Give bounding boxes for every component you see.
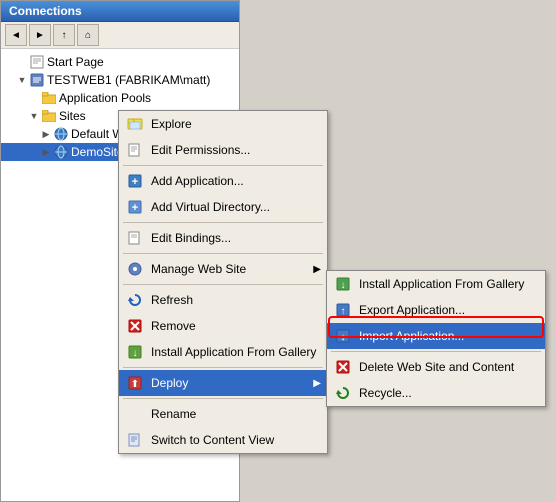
- submenu-item-import[interactable]: ↓ Import Application...: [327, 323, 545, 349]
- rename-icon: [125, 404, 145, 424]
- sub-recycle-icon: [333, 383, 353, 403]
- deploy-label: Deploy: [151, 376, 313, 390]
- menu-item-deploy[interactable]: ⬆ Deploy ▶: [119, 370, 327, 396]
- deploy-icon: ⬆: [125, 373, 145, 393]
- deploy-arrow: ▶: [313, 378, 321, 389]
- remove-icon: [125, 316, 145, 336]
- back-button[interactable]: ◄: [5, 24, 27, 46]
- sites-label: Sites: [59, 109, 86, 123]
- menu-item-rename[interactable]: Rename: [119, 401, 327, 427]
- demosite-label: DemoSite: [71, 145, 124, 159]
- edit-permissions-icon: [125, 140, 145, 160]
- sub-install-gallery-label: Install Application From Gallery: [359, 277, 539, 291]
- submenu-item-export[interactable]: ↑ Export Application...: [327, 297, 545, 323]
- defaultsite-expand-icon: ▶: [41, 129, 51, 140]
- startpage-icon: [29, 54, 45, 70]
- edit-permissions-label: Edit Permissions...: [151, 143, 321, 157]
- separator-5: [123, 367, 323, 368]
- server-label: TESTWEB1 (FABRIKAM\matt): [47, 73, 210, 87]
- add-application-label: Add Application...: [151, 174, 321, 188]
- refresh-icon: [125, 290, 145, 310]
- menu-item-explore[interactable]: Explore: [119, 111, 327, 137]
- sub-export-label: Export Application...: [359, 303, 539, 317]
- edit-bindings-icon: [125, 228, 145, 248]
- tree-item-apppools[interactable]: Application Pools: [1, 89, 239, 107]
- sub-install-gallery-icon: ↓: [333, 274, 353, 294]
- menu-item-manage-web-site[interactable]: Manage Web Site ▶: [119, 256, 327, 282]
- menu-item-add-application[interactable]: + Add Application...: [119, 168, 327, 194]
- separator-3: [123, 253, 323, 254]
- add-virtual-dir-icon: +: [125, 197, 145, 217]
- rename-label: Rename: [151, 407, 321, 421]
- separator-1: [123, 165, 323, 166]
- svg-text:+: +: [132, 176, 138, 188]
- menu-item-switch-content[interactable]: Switch to Content View: [119, 427, 327, 453]
- apppools-icon: [41, 90, 57, 106]
- install-gallery-icon: ↓: [125, 342, 145, 362]
- manage-web-site-icon: [125, 259, 145, 279]
- refresh-label: Refresh: [151, 293, 321, 307]
- separator-4: [123, 284, 323, 285]
- remove-label: Remove: [151, 319, 321, 333]
- sub-delete-label: Delete Web Site and Content: [359, 360, 539, 374]
- context-menu: Explore Edit Permissions... + Add Applic…: [118, 110, 328, 454]
- panel-title: Connections: [1, 1, 239, 22]
- sub-recycle-label: Recycle...: [359, 386, 539, 400]
- svg-text:↓: ↓: [341, 280, 346, 291]
- manage-web-site-label: Manage Web Site: [151, 262, 313, 276]
- tree-item-startpage[interactable]: Start Page: [1, 53, 239, 71]
- edit-bindings-label: Edit Bindings...: [151, 231, 321, 245]
- menu-item-install-gallery[interactable]: ↓ Install Application From Gallery: [119, 339, 327, 365]
- sites-icon: [41, 108, 57, 124]
- explore-label: Explore: [151, 117, 321, 131]
- separator-6: [123, 398, 323, 399]
- sub-import-label: Import Application...: [359, 329, 539, 343]
- toolbar: ◄ ► ↑ ⌂: [1, 22, 239, 49]
- demosite-icon: [53, 144, 69, 160]
- menu-item-add-virtual-dir[interactable]: + Add Virtual Directory...: [119, 194, 327, 220]
- switch-content-label: Switch to Content View: [151, 433, 321, 447]
- menu-item-edit-bindings[interactable]: Edit Bindings...: [119, 225, 327, 251]
- menu-item-edit-permissions[interactable]: Edit Permissions...: [119, 137, 327, 163]
- forward-button[interactable]: ►: [29, 24, 51, 46]
- explore-icon: [125, 114, 145, 134]
- home-button[interactable]: ⌂: [77, 24, 99, 46]
- add-virtual-dir-label: Add Virtual Directory...: [151, 200, 321, 214]
- svg-text:↓: ↓: [133, 348, 138, 359]
- submenu-item-recycle[interactable]: Recycle...: [327, 380, 545, 406]
- sub-separator-1: [331, 351, 541, 352]
- submenu-item-install-gallery[interactable]: ↓ Install Application From Gallery: [327, 271, 545, 297]
- install-gallery-label: Install Application From Gallery: [151, 345, 321, 359]
- menu-item-refresh[interactable]: Refresh: [119, 287, 327, 313]
- separator-2: [123, 222, 323, 223]
- up-button[interactable]: ↑: [53, 24, 75, 46]
- switch-content-icon: [125, 430, 145, 450]
- svg-text:+: +: [132, 202, 138, 214]
- svg-text:↑: ↑: [341, 306, 346, 317]
- apppools-label: Application Pools: [59, 91, 151, 105]
- menu-item-remove[interactable]: Remove: [119, 313, 327, 339]
- sites-expand-icon: ▼: [29, 111, 39, 121]
- svg-text:⬆: ⬆: [131, 379, 139, 390]
- svg-text:↓: ↓: [341, 332, 346, 343]
- submenu-item-delete[interactable]: Delete Web Site and Content: [327, 354, 545, 380]
- demosite-expand-icon: ▶: [41, 147, 51, 158]
- expand-icon: [17, 57, 27, 67]
- apppools-expand-icon: [29, 93, 39, 103]
- sub-export-icon: ↑: [333, 300, 353, 320]
- server-icon: [29, 72, 45, 88]
- tree-item-server[interactable]: ▼ TESTWEB1 (FABRIKAM\matt): [1, 71, 239, 89]
- manage-web-site-arrow: ▶: [313, 264, 321, 275]
- sub-delete-icon: [333, 357, 353, 377]
- defaultsite-icon: [53, 126, 69, 142]
- server-expand-icon: ▼: [17, 75, 27, 85]
- sub-import-icon: ↓: [333, 326, 353, 346]
- add-application-icon: +: [125, 171, 145, 191]
- deploy-submenu: ↓ Install Application From Gallery ↑ Exp…: [326, 270, 546, 407]
- startpage-label: Start Page: [47, 55, 104, 69]
